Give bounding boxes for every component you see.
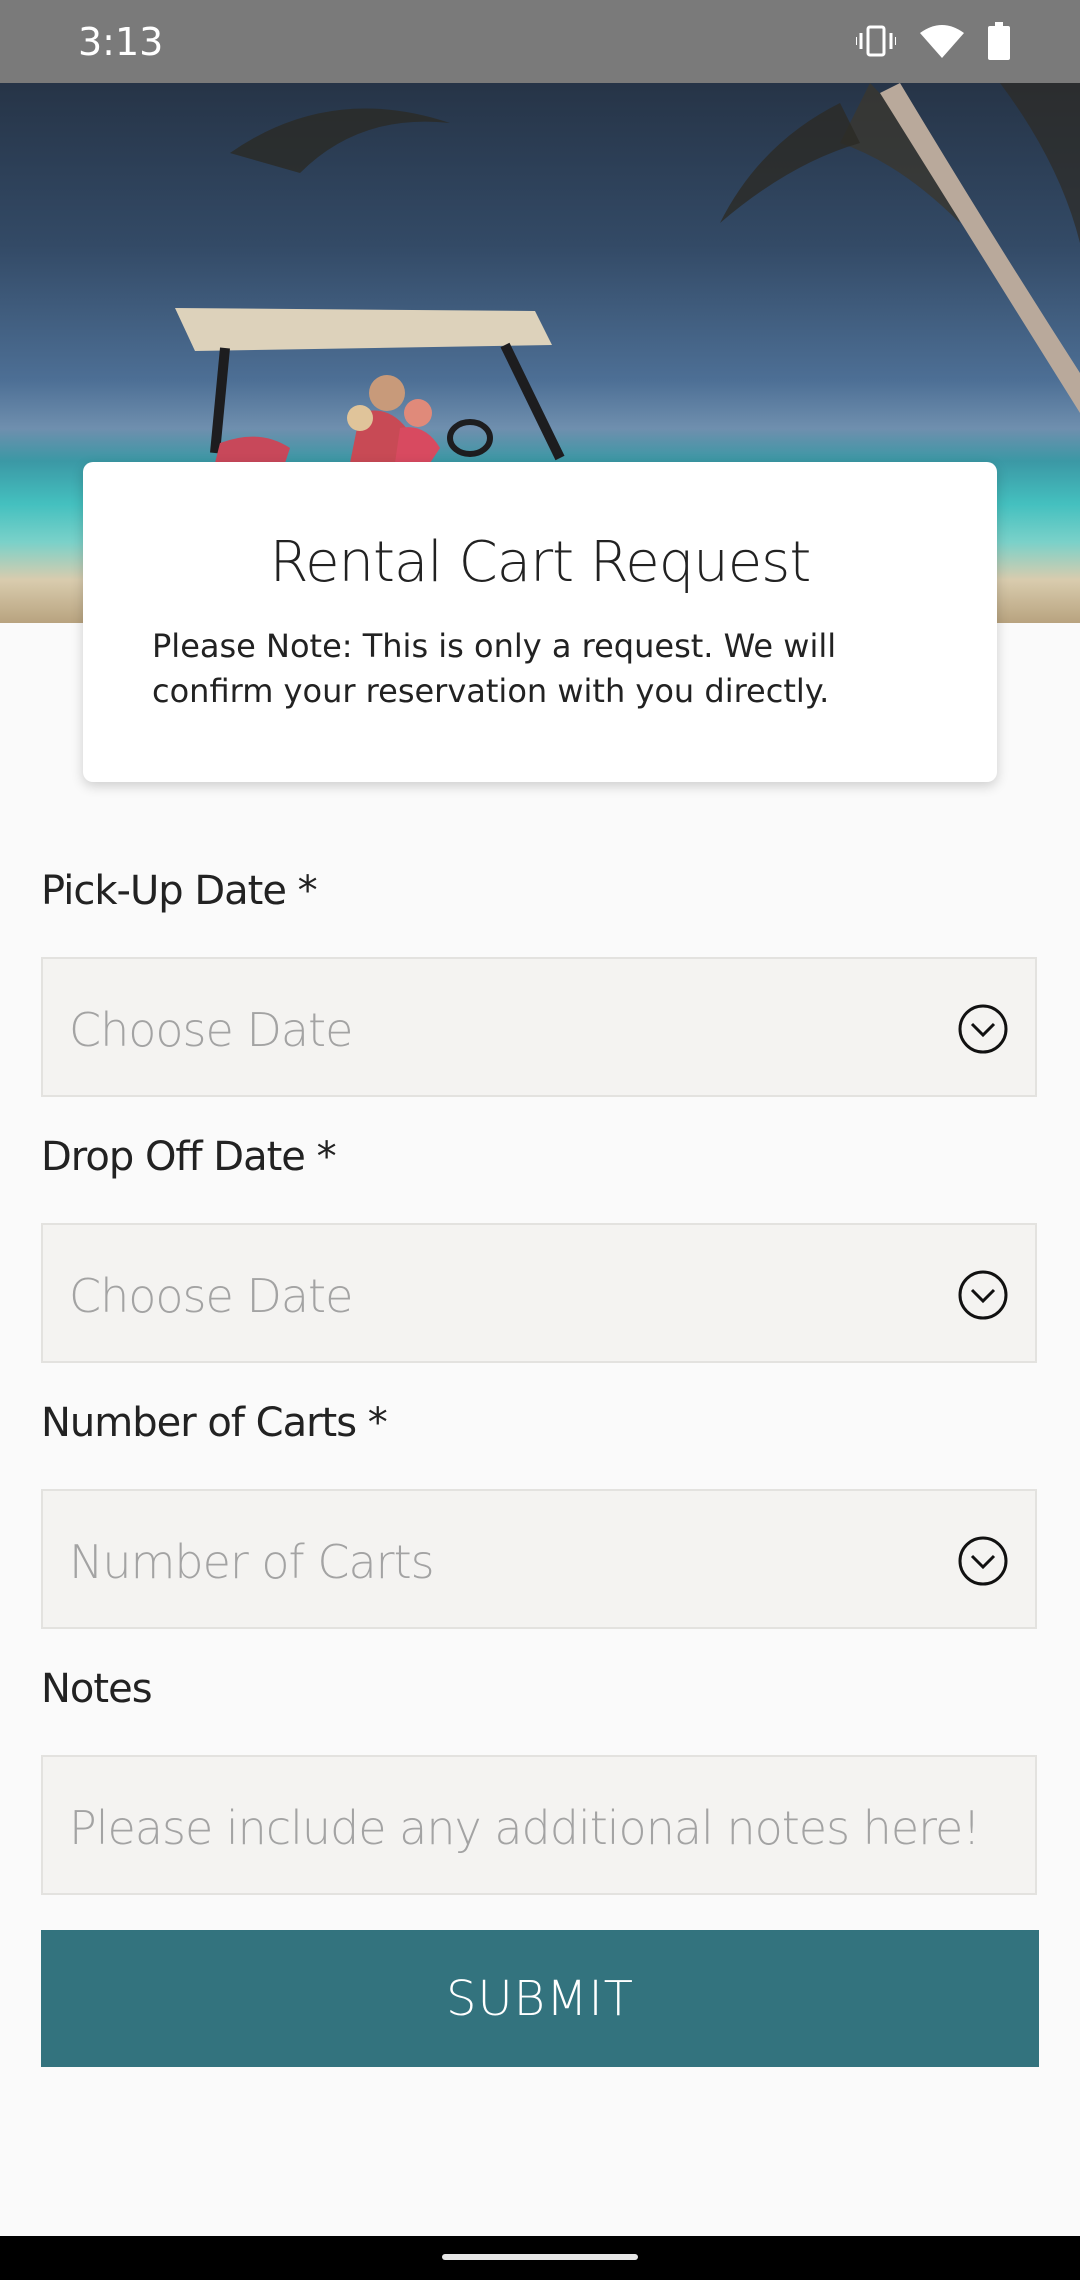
notes-placeholder: Please include any additional notes here…	[69, 1801, 981, 1855]
info-card: Rental Cart Request Please Note: This is…	[83, 462, 997, 782]
battery-icon	[988, 22, 1010, 60]
page-title: Rental Cart Request	[269, 530, 812, 595]
chevron-down-icon	[958, 1536, 1008, 1586]
dropoff-date-label: Drop Off Date *	[41, 1134, 337, 1180]
pickup-date-select[interactable]: Choose Date	[41, 957, 1037, 1097]
status-bar: 3:13	[0, 0, 1080, 83]
request-note: Please Note: This is only a request. We …	[152, 627, 837, 710]
chevron-down-icon	[958, 1270, 1008, 1320]
status-time: 3:13	[78, 20, 164, 64]
submit-button[interactable]: SUBMIT	[41, 1930, 1039, 2067]
navigation-bar	[0, 2236, 1080, 2280]
chevron-down-icon	[958, 1004, 1008, 1054]
home-handle[interactable]	[442, 2254, 638, 2260]
pickup-date-placeholder: Choose Date	[69, 1003, 353, 1057]
status-icons	[856, 22, 1010, 60]
number-of-carts-placeholder: Number of Carts	[69, 1535, 435, 1589]
number-of-carts-label: Number of Carts *	[41, 1400, 388, 1446]
vibrate-icon	[856, 25, 896, 57]
wifi-icon	[920, 25, 964, 58]
dropoff-date-select[interactable]: Choose Date	[41, 1223, 1037, 1363]
number-of-carts-select[interactable]: Number of Carts	[41, 1489, 1037, 1629]
pickup-date-label: Pick-Up Date *	[41, 868, 318, 914]
dropoff-date-placeholder: Choose Date	[69, 1269, 353, 1323]
notes-input[interactable]: Please include any additional notes here…	[41, 1755, 1037, 1895]
notes-label: Notes	[41, 1666, 153, 1712]
